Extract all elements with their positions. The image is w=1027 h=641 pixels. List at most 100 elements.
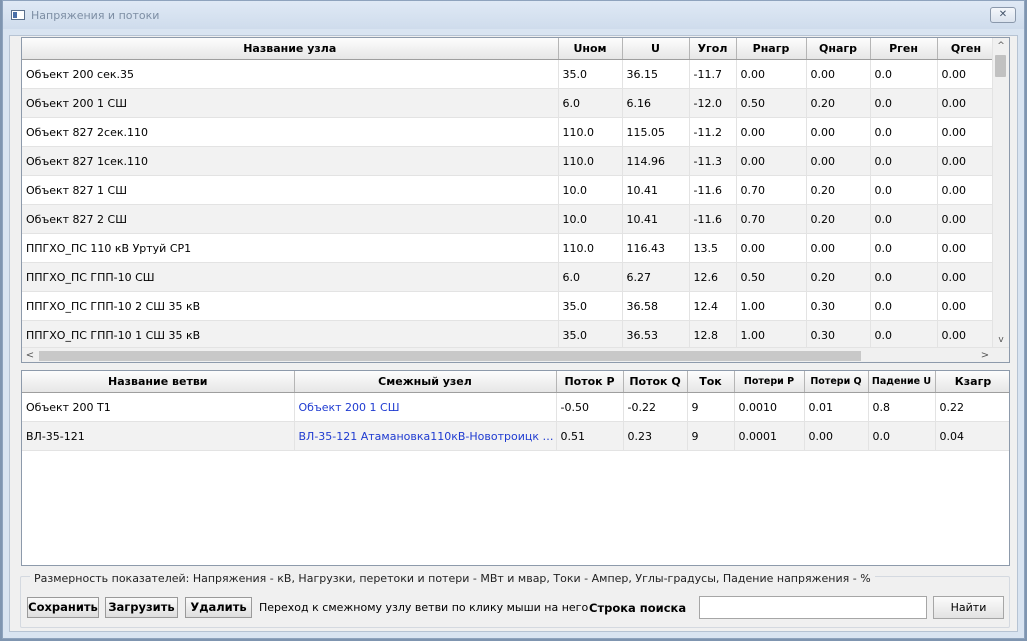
nodes-column-header[interactable]: Название узла bbox=[22, 38, 559, 60]
table-cell: 0.0 bbox=[870, 233, 938, 263]
branches-column-header[interactable]: Поток Р bbox=[556, 371, 624, 393]
table-cell: Объект 827 2сек.110 bbox=[22, 117, 559, 147]
table-cell: 35.0 bbox=[558, 320, 623, 350]
nodes-vscroll-thumb[interactable] bbox=[995, 55, 1006, 77]
table-cell: 110.0 bbox=[558, 117, 623, 147]
nodes-column-header[interactable]: Угол bbox=[689, 38, 737, 60]
dialog-window: Напряжения и потоки ✕ Название узла Uном U… bbox=[2, 0, 1025, 639]
nodes-column-header[interactable]: Рнагр bbox=[736, 38, 807, 60]
table-cell: 0.00 bbox=[937, 233, 996, 263]
title-bar[interactable]: Напряжения и потоки ✕ bbox=[3, 1, 1024, 29]
table-cell: 0.00 bbox=[937, 175, 996, 205]
table-row[interactable]: Объект 200 1 СШ 6.0 6.16 -12.0 0.50 0.20 0.0 0.… bbox=[22, 88, 996, 118]
table-cell: 0.0 bbox=[868, 421, 936, 451]
branches-column-header[interactable]: Смежный узел bbox=[294, 371, 557, 393]
table-cell: 114.96 bbox=[622, 146, 690, 176]
table-cell: ВЛ-35-121 bbox=[22, 421, 295, 451]
table-cell: 0.0 bbox=[870, 146, 938, 176]
nodes-grid[interactable]: Название узла Uном U Угол Рнагр Qнагр Pген Qген… bbox=[21, 37, 1010, 363]
close-button[interactable]: ✕ bbox=[990, 7, 1016, 23]
save-button[interactable]: Сохранить bbox=[27, 597, 99, 618]
table-cell: 13.5 bbox=[689, 233, 737, 263]
table-cell: 12.4 bbox=[689, 291, 737, 321]
nodes-vertical-scrollbar[interactable]: ^ v bbox=[992, 38, 1009, 348]
nodes-column-header[interactable]: Qген bbox=[937, 38, 996, 60]
scroll-left-arrow-icon[interactable]: < bbox=[22, 348, 38, 362]
table-cell: 36.58 bbox=[622, 291, 690, 321]
table-cell: 0.0001 bbox=[734, 421, 805, 451]
table-row[interactable]: ППГХО_ПС ГПП-10 2 СШ 35 кВ 35.0 36.58 12.4 1… bbox=[22, 291, 996, 321]
table-row[interactable]: ППГХО_ПС ГПП-10 1 СШ 35 кВ 35.0 36.53 12.8 1… bbox=[22, 320, 996, 350]
table-cell: -11.2 bbox=[689, 117, 737, 147]
table-cell: 110.0 bbox=[558, 233, 623, 263]
table-cell: 10.41 bbox=[622, 204, 690, 234]
branches-column-header[interactable]: Название ветви bbox=[22, 371, 295, 393]
table-cell: 0.00 bbox=[937, 117, 996, 147]
delete-button[interactable]: Удалить bbox=[185, 597, 252, 618]
table-row[interactable]: ППГХО_ПС ГПП-10 СШ 6.0 6.27 12.6 0.50 0.20 0.0… bbox=[22, 262, 996, 292]
table-cell: 0.0010 bbox=[734, 392, 805, 422]
scroll-up-arrow-icon[interactable]: ^ bbox=[993, 38, 1009, 54]
branches-column-header[interactable]: Потери Р bbox=[734, 371, 805, 393]
table-cell: 0.23 bbox=[623, 421, 688, 451]
branches-column-header[interactable]: Ток bbox=[687, 371, 735, 393]
table-cell: 35.0 bbox=[558, 59, 623, 89]
table-cell: 0.70 bbox=[736, 175, 807, 205]
table-cell: 0.00 bbox=[806, 117, 871, 147]
nodes-column-header[interactable]: U bbox=[622, 38, 690, 60]
table-row[interactable]: Объект 827 2сек.110 110.0 115.05 -11.2 0.00 0… bbox=[22, 117, 996, 147]
table-cell: 0.04 bbox=[935, 421, 1009, 451]
branches-column-header[interactable]: Потери Q bbox=[804, 371, 869, 393]
table-cell: -11.7 bbox=[689, 59, 737, 89]
table-cell: 110.0 bbox=[558, 146, 623, 176]
search-input[interactable] bbox=[699, 596, 927, 619]
table-cell: 6.16 bbox=[622, 88, 690, 118]
table-cell: Объект 200 Т1 bbox=[22, 392, 295, 422]
table-cell: 0.01 bbox=[804, 392, 869, 422]
table-row[interactable]: Объект 827 1 СШ 10.0 10.41 -11.6 0.70 0.20 0.0… bbox=[22, 175, 996, 205]
table-cell: 6.0 bbox=[558, 88, 623, 118]
find-button[interactable]: Найти bbox=[933, 596, 1004, 619]
table-cell: 12.8 bbox=[689, 320, 737, 350]
search-label: Строка поиска bbox=[589, 601, 687, 615]
branches-column-header[interactable]: Кзагр bbox=[935, 371, 1009, 393]
adjacent-node-link[interactable]: Объект 200 1 СШ bbox=[294, 392, 557, 422]
table-cell: ППГХО_ПС 110 кВ Уртуй СР1 bbox=[22, 233, 559, 263]
table-cell: 0.20 bbox=[806, 175, 871, 205]
table-cell: 0.20 bbox=[806, 204, 871, 234]
nodes-horizontal-scrollbar[interactable]: < > bbox=[22, 347, 1009, 362]
branches-grid[interactable]: Название ветви Смежный узел Поток Р Поток Q… bbox=[21, 370, 1010, 566]
table-cell: 6.27 bbox=[622, 262, 690, 292]
table-cell: 0.30 bbox=[806, 291, 871, 321]
table-cell: -11.6 bbox=[689, 204, 737, 234]
table-cell: 0.0 bbox=[870, 320, 938, 350]
window-title: Напряжения и потоки bbox=[31, 9, 160, 22]
table-cell: 0.30 bbox=[806, 320, 871, 350]
client-area: Название узла Uном U Угол Рнагр Qнагр Pген Qген… bbox=[9, 35, 1018, 632]
table-row[interactable]: Объект 200 Т1 Объект 200 1 СШ -0.50 -0.22 9 0… bbox=[22, 392, 1009, 422]
nodes-column-header[interactable]: Qнагр bbox=[806, 38, 871, 60]
table-cell: 0.20 bbox=[806, 88, 871, 118]
table-cell: 1.00 bbox=[736, 320, 807, 350]
branches-column-header[interactable]: Поток Q bbox=[623, 371, 688, 393]
table-row[interactable]: Объект 827 2 СШ 10.0 10.41 -11.6 0.70 0.20 0.0… bbox=[22, 204, 996, 234]
table-row[interactable]: Объект 200 сек.35 35.0 36.15 -11.7 0.00 0.00 0… bbox=[22, 59, 996, 89]
nodes-hscroll-thumb[interactable] bbox=[39, 351, 861, 361]
table-cell: 0.0 bbox=[870, 59, 938, 89]
table-cell: 0.00 bbox=[806, 59, 871, 89]
adjacent-node-link[interactable]: ВЛ-35-121 Атамановка110кВ-Новотроицк … bbox=[294, 421, 557, 451]
table-row[interactable]: Объект 827 1сек.110 110.0 114.96 -11.3 0.00 0… bbox=[22, 146, 996, 176]
nodes-column-header[interactable]: Pген bbox=[870, 38, 938, 60]
table-cell: 0.22 bbox=[935, 392, 1009, 422]
scroll-down-arrow-icon[interactable]: v bbox=[993, 332, 1009, 348]
table-cell: -11.3 bbox=[689, 146, 737, 176]
branches-column-header[interactable]: Падение U bbox=[868, 371, 936, 393]
table-cell: 10.0 bbox=[558, 175, 623, 205]
table-row[interactable]: ВЛ-35-121 ВЛ-35-121 Атамановка110кВ-Новот… bbox=[22, 421, 1009, 451]
table-cell: 0.0 bbox=[870, 291, 938, 321]
nodes-column-header[interactable]: Uном bbox=[558, 38, 623, 60]
scroll-right-arrow-icon[interactable]: > bbox=[977, 348, 993, 362]
table-row[interactable]: ППГХО_ПС 110 кВ Уртуй СР1 110.0 116.43 13.5… bbox=[22, 233, 996, 263]
table-cell: 0.00 bbox=[806, 146, 871, 176]
load-button[interactable]: Загрузить bbox=[105, 597, 178, 618]
